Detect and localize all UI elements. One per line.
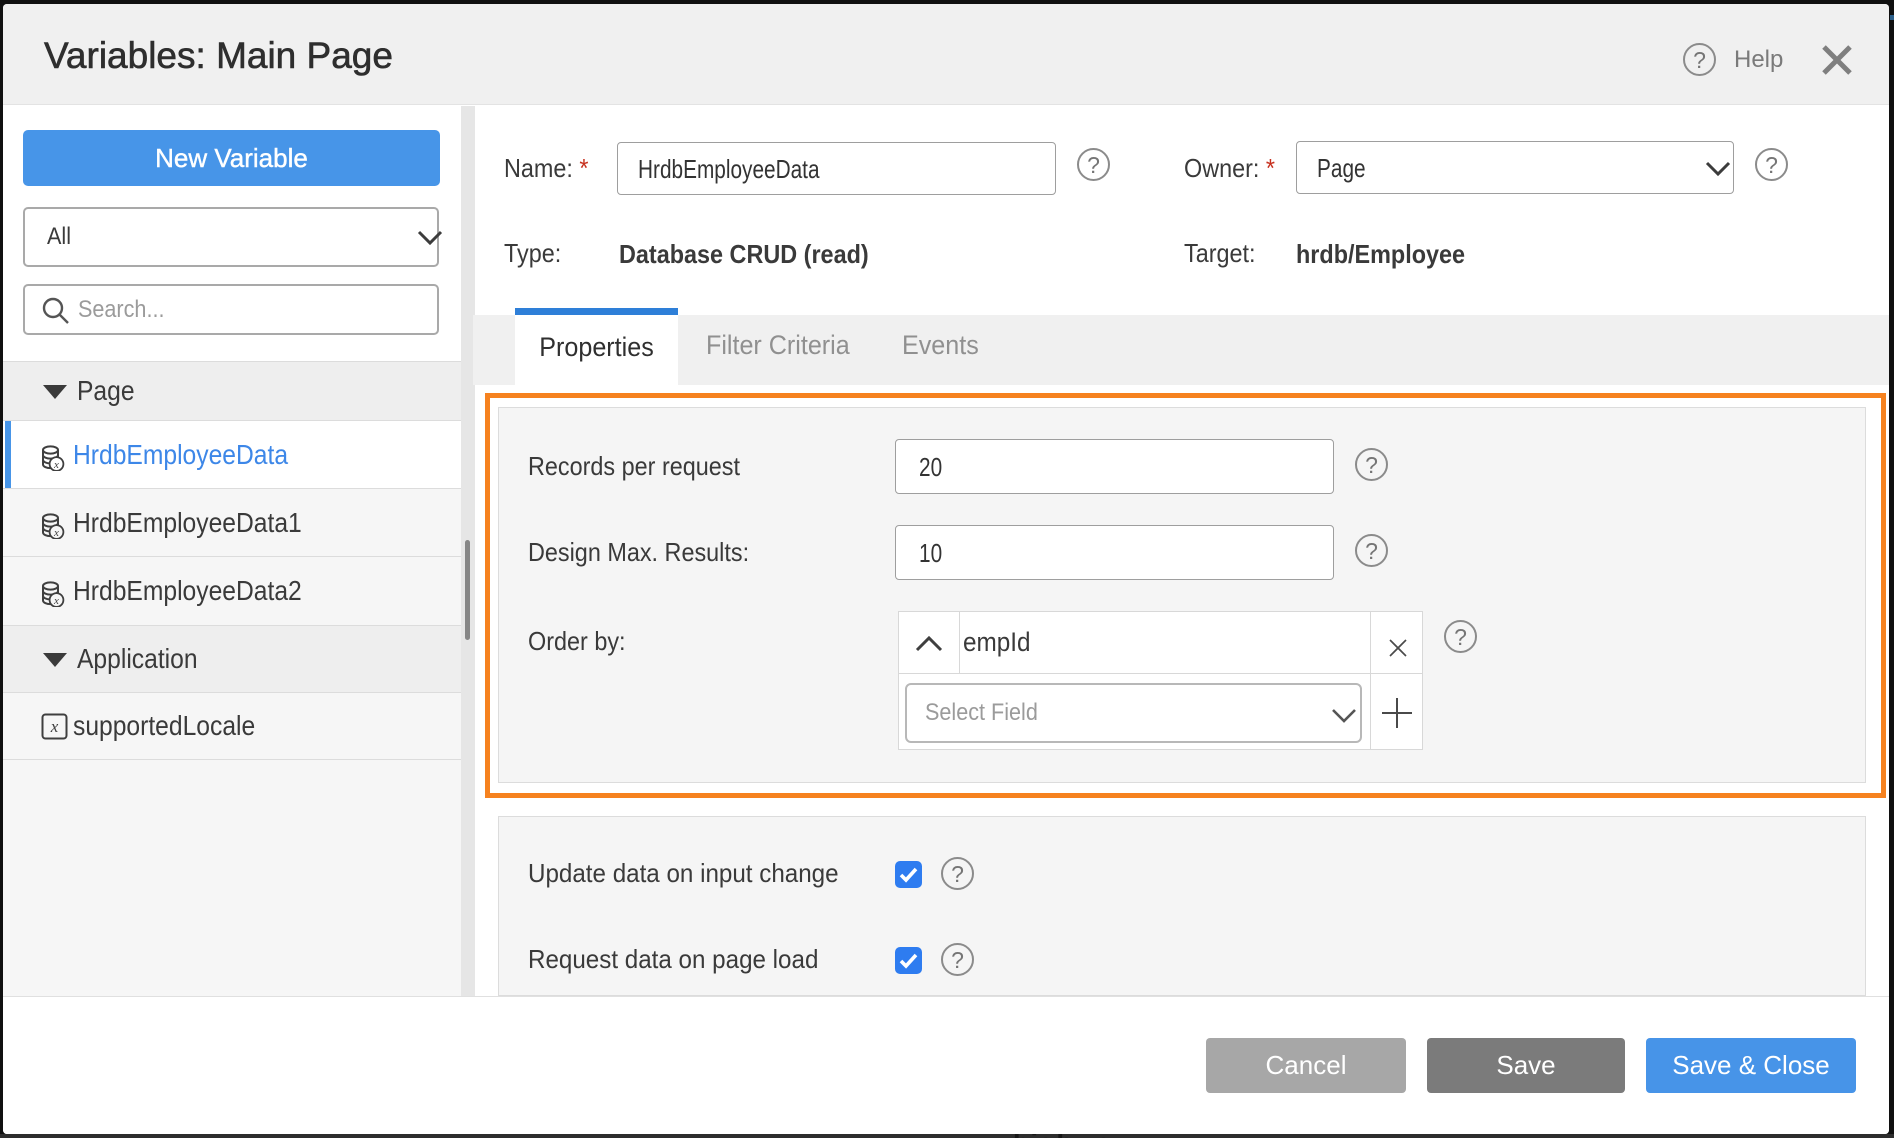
svg-text:x: x — [53, 459, 59, 471]
svg-text:x: x — [53, 595, 59, 607]
svg-text:x: x — [53, 527, 59, 539]
svg-text:x: x — [50, 717, 59, 736]
